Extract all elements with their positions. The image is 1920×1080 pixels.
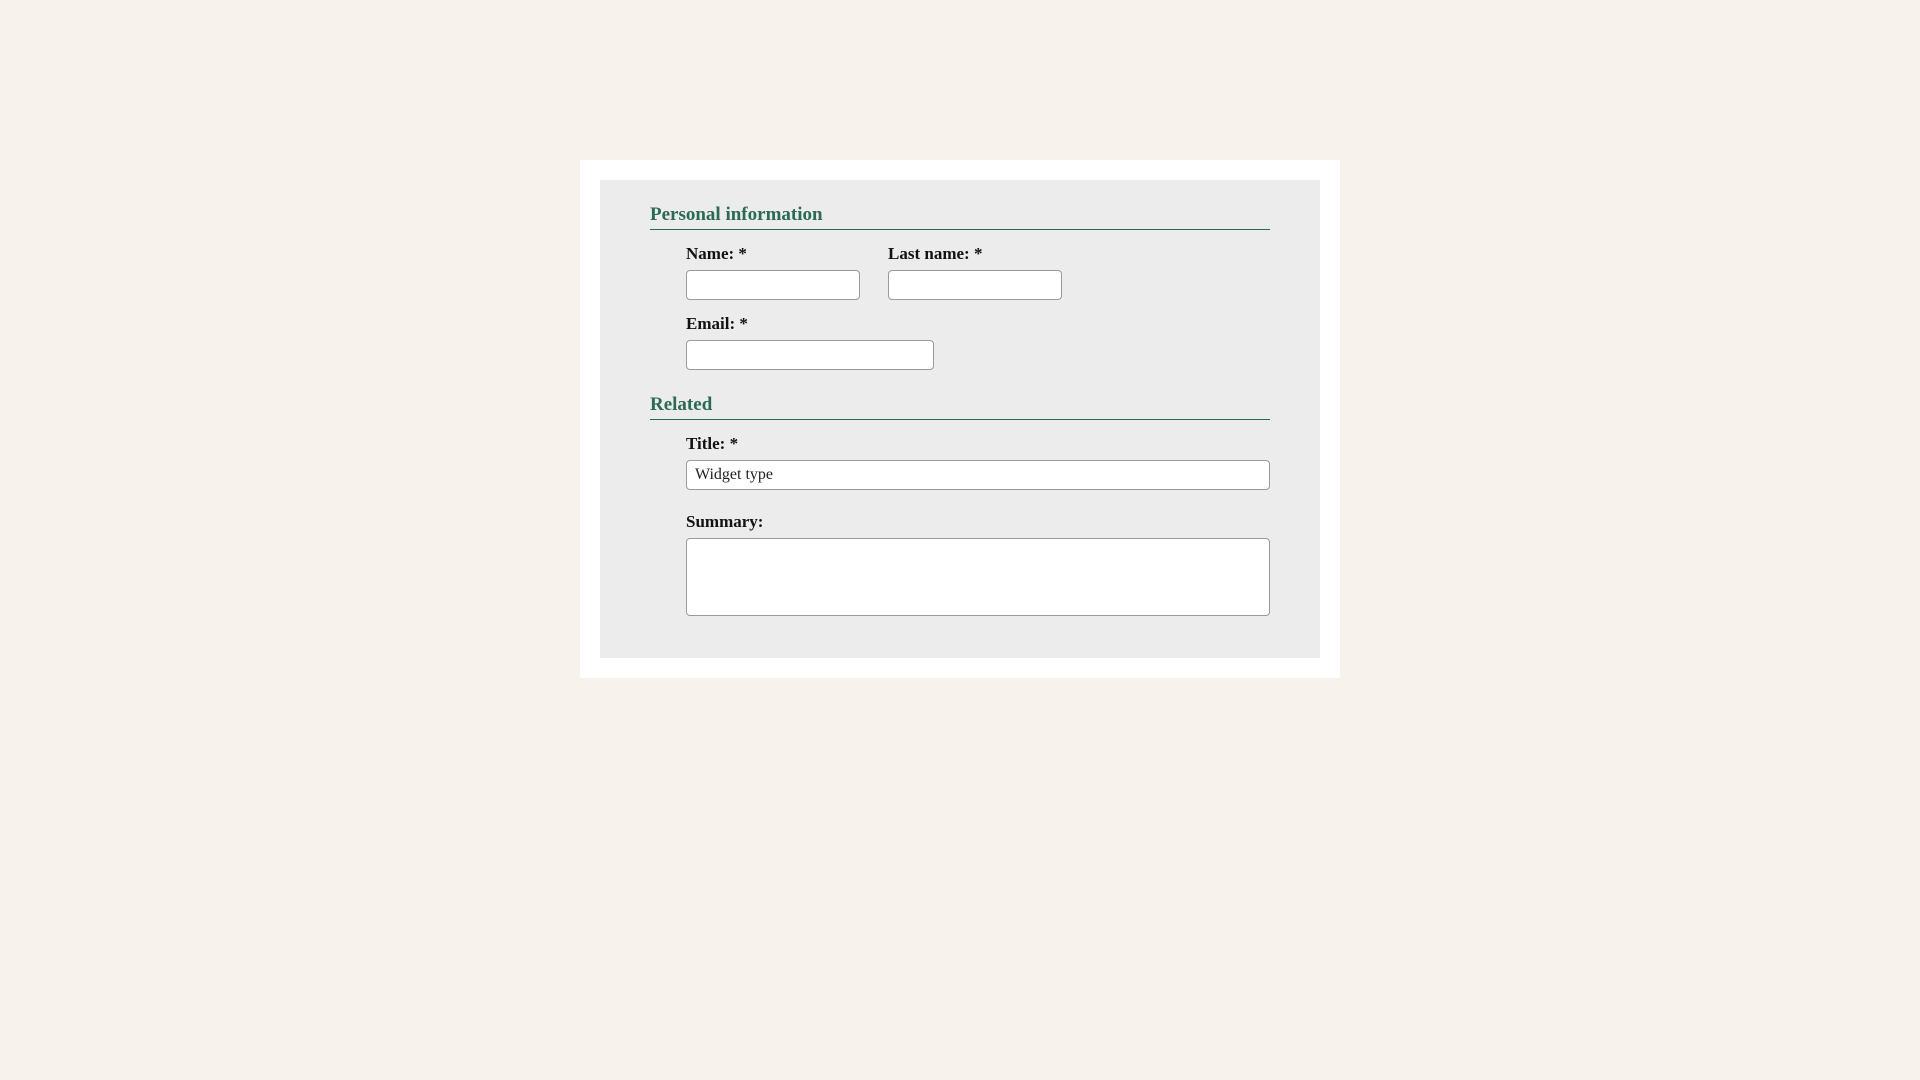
label-email: Email: — [686, 314, 1270, 334]
label-summary: Summary: — [686, 512, 1270, 532]
input-title[interactable] — [686, 460, 1270, 490]
label-title: Title: — [686, 434, 1270, 454]
section-title-related: Related — [650, 394, 1270, 420]
label-lastname: Last name: — [888, 244, 1062, 264]
form-card: Personal information Name: Last name: Em… — [580, 160, 1340, 678]
label-name: Name: — [686, 244, 860, 264]
input-summary[interactable] — [686, 538, 1270, 616]
input-name[interactable] — [686, 270, 860, 300]
section-title-personal: Personal information — [650, 204, 1270, 230]
field-name: Name: — [686, 244, 860, 300]
row-name-lastname: Name: Last name: — [650, 244, 1270, 300]
field-title: Title: — [650, 434, 1270, 490]
input-email[interactable] — [686, 340, 934, 370]
field-lastname: Last name: — [888, 244, 1062, 300]
input-lastname[interactable] — [888, 270, 1062, 300]
form-panel: Personal information Name: Last name: Em… — [600, 180, 1320, 658]
field-email: Email: — [650, 314, 1270, 370]
field-summary: Summary: — [650, 512, 1270, 616]
